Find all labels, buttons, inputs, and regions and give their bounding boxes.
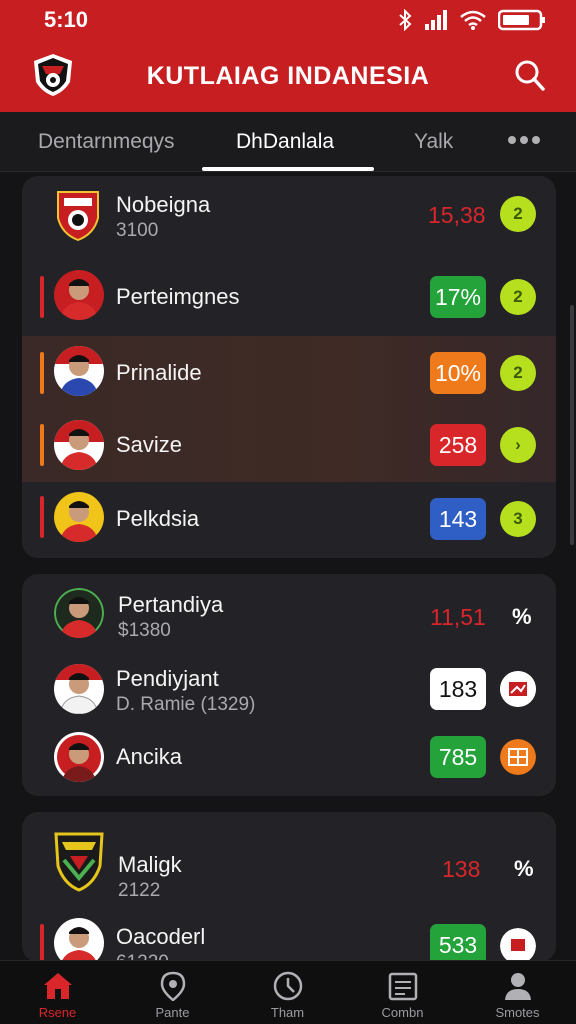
list-item[interactable]: Pertandiya $1380 11,51 %	[22, 574, 556, 654]
person-icon	[505, 973, 531, 1000]
row-name: Pendiyjant	[116, 666, 219, 691]
nav-label: Smotes	[495, 1005, 540, 1020]
list-item[interactable]: Savize 258 ›	[22, 412, 556, 482]
wifi-icon	[460, 10, 486, 30]
tab-dhdanlala[interactable]: DhDanlala	[236, 130, 334, 154]
tab-dentarnmeqys[interactable]: Dentarnmeqys	[38, 130, 175, 154]
status-bar: 5:10	[0, 0, 576, 40]
row-name: Nobeigna	[116, 192, 211, 217]
list-item[interactable]: Maligk 2122 138 %	[22, 812, 556, 904]
signal-icon	[425, 10, 447, 30]
club-crest-icon	[57, 191, 99, 242]
player-avatar	[54, 346, 104, 396]
grid-icon[interactable]	[500, 739, 536, 775]
score-badge: 258	[430, 424, 486, 466]
row-accent	[40, 352, 44, 394]
row-accent	[40, 924, 44, 962]
tab-yalk[interactable]: Yalk	[414, 130, 453, 154]
list-item[interactable]: Nobeigna 3100 15,38 2	[22, 176, 556, 252]
row-value: 138	[442, 856, 481, 882]
score-badge: 143	[430, 498, 486, 540]
player-avatar	[54, 664, 104, 714]
standings-card-2: Pertandiya $1380 11,51 % Pendiyjant D. R…	[22, 574, 556, 796]
more-options-icon[interactable]	[506, 130, 542, 150]
calendar-icon	[388, 972, 418, 1001]
player-avatar	[54, 492, 104, 542]
app-title: KUTLAIAG INDANESIA	[146, 61, 430, 90]
nav-item-combn[interactable]: Combn	[345, 961, 460, 1024]
score-badge: 183	[430, 668, 486, 710]
status-circle-icon[interactable]: 2	[500, 196, 536, 232]
list-item[interactable]: Perteimgnes 17% 2	[22, 256, 556, 336]
player-avatar	[54, 420, 104, 470]
status-circle-icon[interactable]: 3	[500, 501, 536, 537]
list-item[interactable]: Pelkdsia 143 3	[22, 482, 556, 558]
percent-badge: 17%	[430, 276, 486, 318]
row-name: Maligk	[118, 852, 182, 877]
nav-item-tham[interactable]: Tham	[230, 961, 345, 1024]
chevron-right-icon[interactable]: ›	[500, 427, 536, 463]
player-avatar	[54, 918, 104, 962]
row-accent	[40, 424, 44, 466]
battery-icon	[498, 9, 545, 31]
row-name: Savize	[116, 432, 183, 457]
team-logo-icon[interactable]	[30, 52, 76, 98]
nav-item-home[interactable]: Rsene	[0, 961, 115, 1024]
app-bar: KUTLAIAG INDANESIA	[0, 40, 576, 112]
nav-item-pante[interactable]: Pante	[115, 961, 230, 1024]
percent-icon[interactable]: %	[512, 604, 532, 630]
bottom-navigation: Rsene Pante Tham Combn Smotes	[0, 960, 576, 1024]
bluetooth-icon	[399, 9, 412, 31]
search-icon[interactable]	[512, 58, 546, 92]
home-icon	[44, 973, 72, 999]
nav-label: Combn	[381, 1005, 424, 1020]
list-item[interactable]: Pendiyjant D. Ramie (1329) 183	[22, 654, 556, 724]
row-name: Prinalide	[116, 360, 202, 385]
active-tab-indicator	[202, 167, 374, 171]
flag-icon[interactable]	[500, 671, 536, 707]
status-icons	[398, 9, 546, 31]
status-circle-icon[interactable]: 2	[500, 355, 536, 391]
percent-icon[interactable]: %	[514, 856, 534, 882]
row-name: Oacoderl	[116, 924, 206, 949]
row-subtitle: 2122	[118, 880, 161, 901]
score-badge: 785	[430, 736, 486, 778]
row-name: Ancika	[116, 744, 183, 769]
player-avatar	[54, 588, 104, 638]
status-time: 5:10	[44, 7, 89, 32]
player-avatar	[54, 732, 104, 782]
list-item[interactable]: Ancika 785	[22, 724, 556, 796]
standings-card-1: Nobeigna 3100 15,38 2 Perteimgnes 17% 2 …	[22, 176, 556, 558]
score-badge: 533	[430, 924, 486, 962]
nav-label: Tham	[270, 1005, 305, 1020]
nav-label: Rsene	[38, 1005, 77, 1020]
player-avatar	[54, 270, 104, 320]
location-pin-icon	[160, 971, 186, 1001]
flag-icon[interactable]	[500, 928, 536, 962]
percent-badge: 10%	[430, 352, 486, 394]
scrollbar[interactable]	[570, 305, 574, 545]
row-value: 15,38	[428, 202, 486, 228]
nav-label: Pante	[155, 1005, 190, 1020]
club-crest-icon	[54, 832, 104, 892]
list-item[interactable]: Oacoderl 61220 533	[22, 912, 556, 962]
row-subtitle: $1380	[118, 620, 171, 641]
row-value: 11,51	[430, 604, 486, 630]
row-name: Perteimgnes	[116, 284, 240, 309]
list-item[interactable]: Prinalide 10% 2	[22, 336, 556, 412]
tab-bar: Dentarnmeqys DhDanlala Yalk	[0, 112, 576, 172]
nav-item-smotes[interactable]: Smotes	[460, 961, 575, 1024]
row-name: Pelkdsia	[116, 506, 200, 531]
row-subtitle: 3100	[116, 220, 159, 241]
row-accent	[40, 496, 44, 538]
row-name: Pertandiya	[118, 592, 224, 617]
clock-icon	[273, 971, 303, 1001]
standings-card-3: Maligk 2122 138 % Oacoderl 61220 533	[22, 812, 556, 962]
row-accent	[40, 276, 44, 318]
status-circle-icon[interactable]: 2	[500, 279, 536, 315]
row-subtitle: D. Ramie (1329)	[116, 694, 256, 715]
